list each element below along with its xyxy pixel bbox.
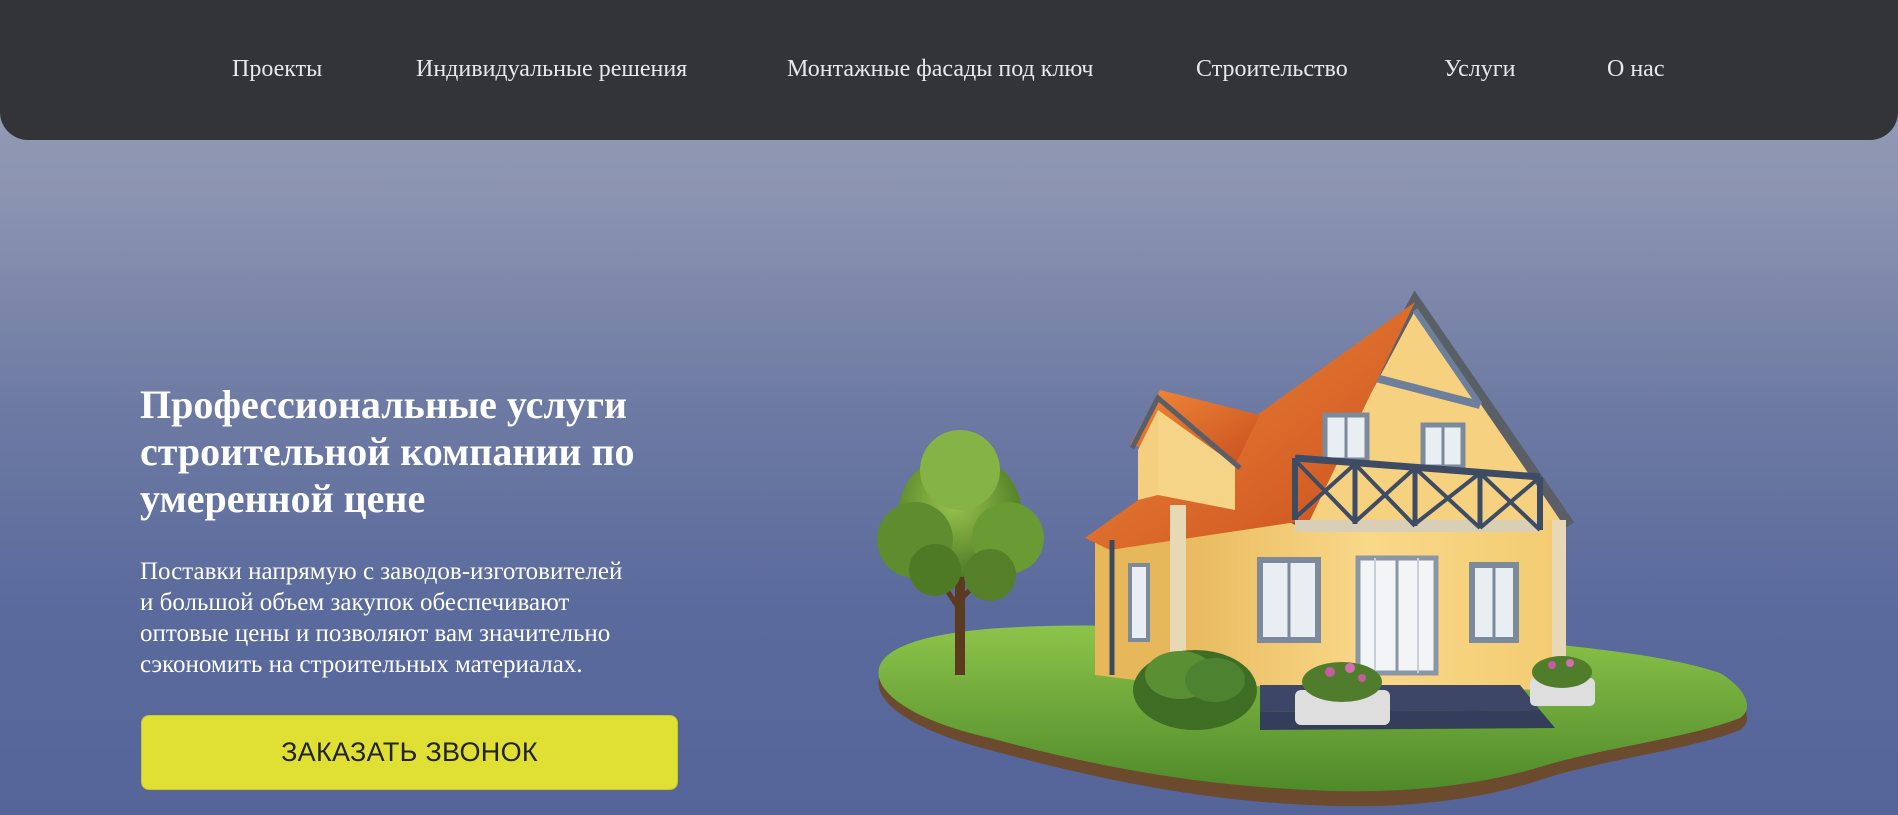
hero-description-line: Поставки напрямую с заводов-изготовителе…: [140, 558, 623, 585]
order-call-button[interactable]: ЗАКАЗАТЬ ЗВОНОК: [141, 715, 678, 790]
hero-title-line: строительной компании по: [140, 429, 635, 474]
top-navbar: Проекты Индивидуальные решения Монтажные…: [0, 0, 1898, 140]
hero-description-line: сэкономить на строительных материалах.: [140, 651, 583, 678]
house-with-tree-illustration: [877, 290, 1748, 807]
nav-item-projects[interactable]: Проекты: [232, 54, 322, 84]
hero-description-line: оптовые цены и позволяют вам значительно: [140, 620, 611, 647]
nav-item-facades[interactable]: Монтажные фасады под ключ: [787, 54, 1093, 84]
hero-title: Профессиональные услуги строительной ком…: [140, 381, 740, 522]
nav-item-services[interactable]: Услуги: [1444, 54, 1515, 84]
nav-item-construction[interactable]: Строительство: [1196, 54, 1348, 84]
hero-title-line: Профессиональные услуги: [140, 382, 628, 427]
hero-title-line: умеренной цене: [140, 476, 426, 521]
nav-item-about[interactable]: О нас: [1607, 54, 1664, 84]
hero-description: Поставки напрямую с заводов-изготовителе…: [140, 556, 700, 680]
hero-description-line: и большой объем закупок обеспечивают: [140, 589, 570, 616]
nav-item-individual-solutions[interactable]: Индивидуальные решения: [416, 54, 687, 84]
